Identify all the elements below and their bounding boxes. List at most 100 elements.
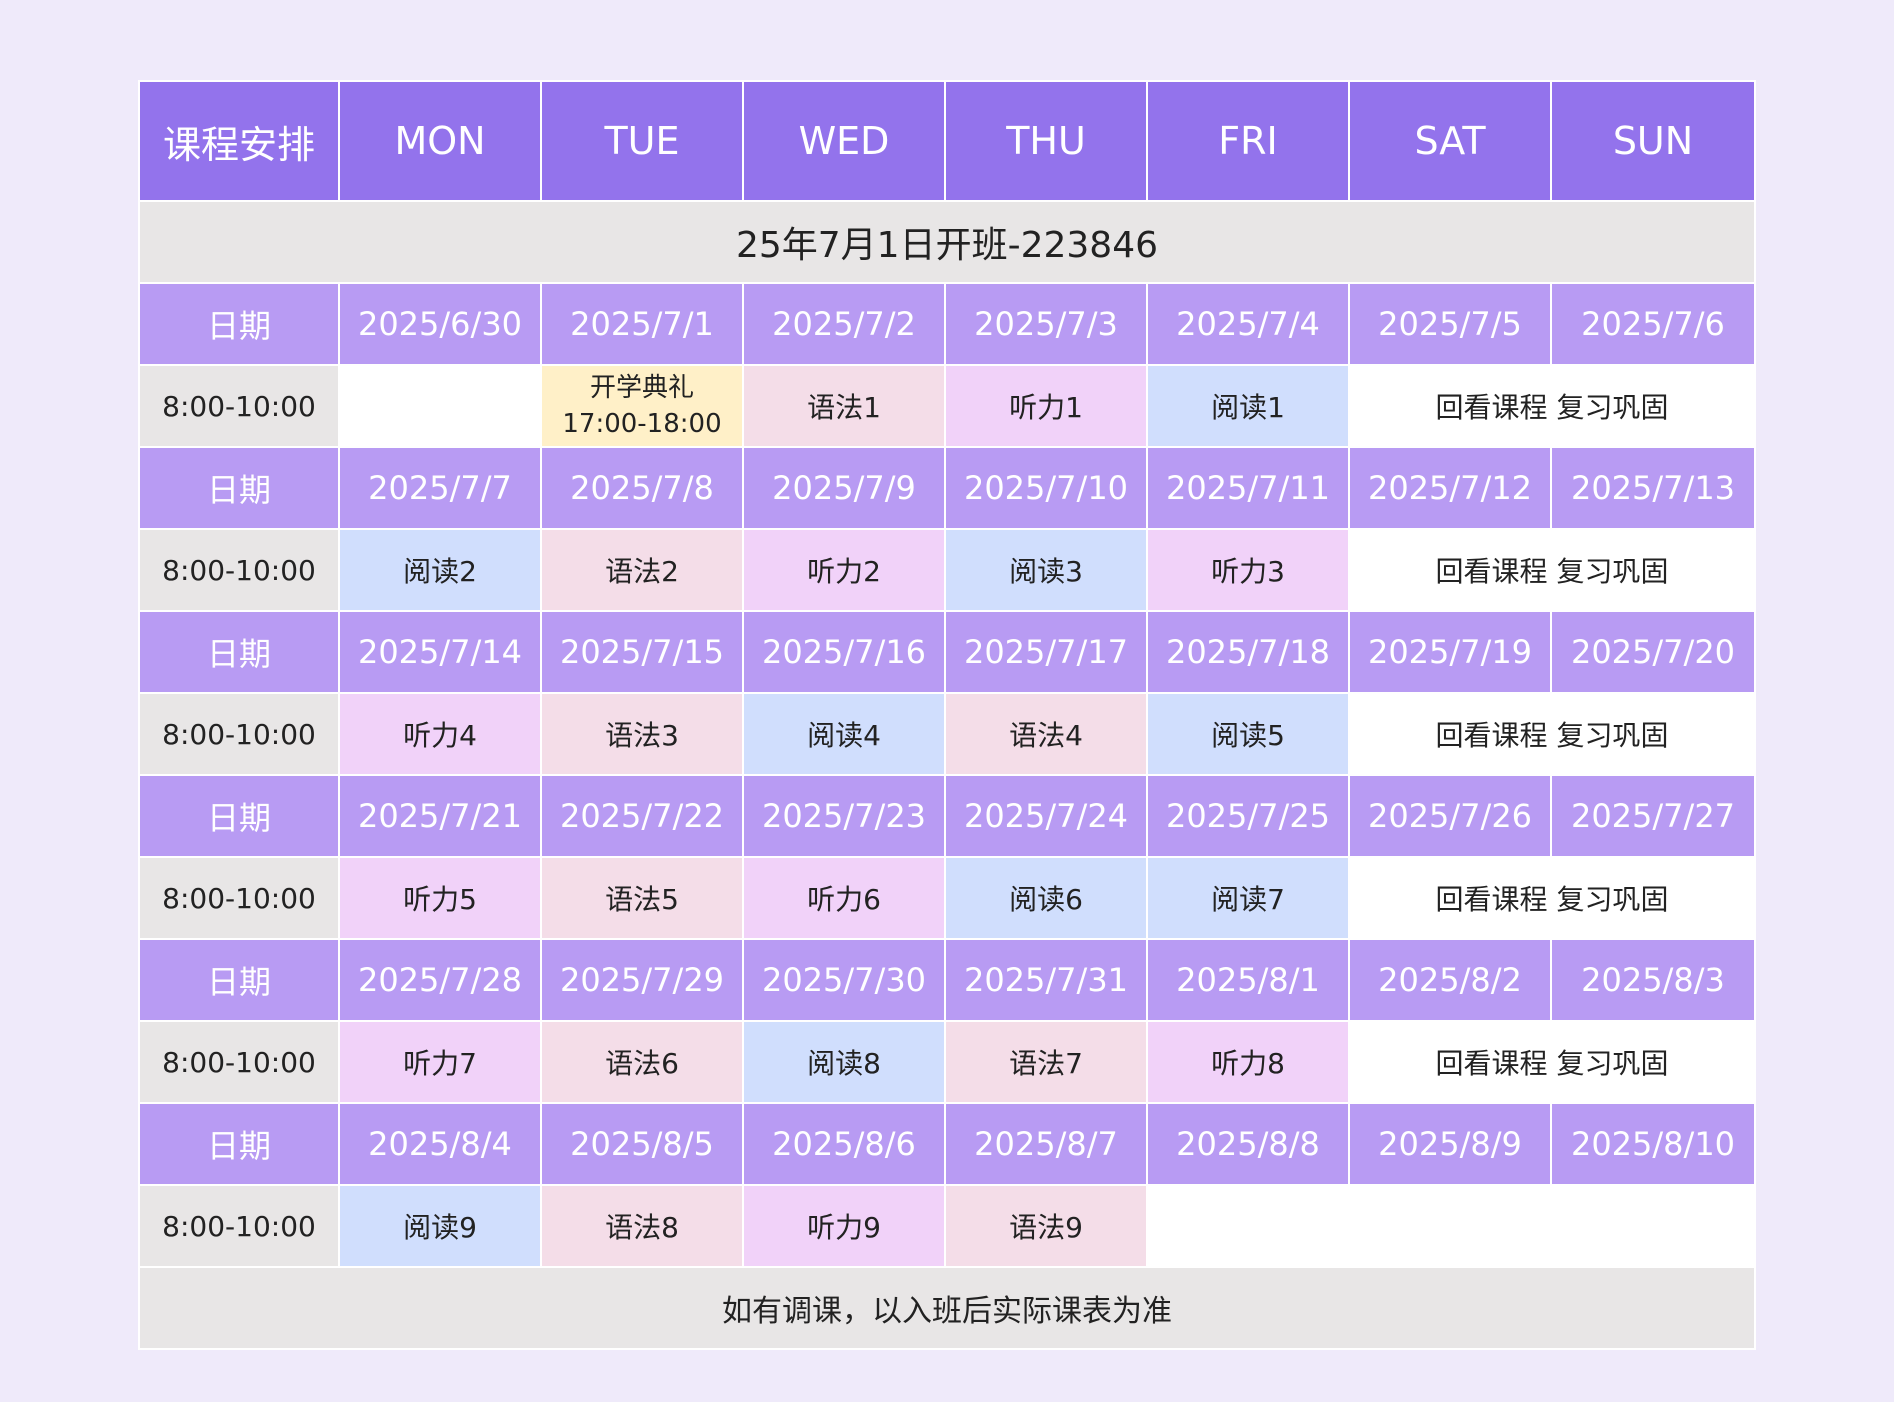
date-cell: 2025/8/7	[944, 1102, 1148, 1186]
date-cell: 2025/8/2	[1348, 938, 1552, 1022]
date-cell: 2025/6/30	[338, 282, 542, 366]
date-cell: 2025/7/18	[1146, 610, 1350, 694]
time-slot-label: 8:00-10:00	[138, 692, 340, 776]
date-cell: 2025/7/17	[944, 610, 1148, 694]
class-title-row: 25年7月1日开班-223846	[138, 200, 1756, 284]
date-cell: 2025/7/20	[1550, 610, 1756, 694]
date-cell: 2025/7/19	[1348, 610, 1552, 694]
session-cell-reading: 阅读3	[944, 528, 1148, 612]
course-schedule-table: 课程安排 MON TUE WED THU FRI SAT SUN 25年7月1日…	[138, 80, 1756, 1350]
class-title: 25年7月1日开班-223846	[138, 200, 1756, 284]
session-cell-listening: 听力1	[944, 364, 1148, 448]
date-cell: 2025/7/28	[338, 938, 542, 1022]
date-cell: 2025/7/30	[742, 938, 946, 1022]
day-header-sun: SUN	[1550, 80, 1756, 202]
date-cell: 2025/7/21	[338, 774, 542, 858]
weekend-review-cell: 回看课程 复习巩固	[1348, 528, 1756, 612]
date-cell: 2025/7/5	[1348, 282, 1552, 366]
session-cell-listening: 听力9	[742, 1184, 946, 1268]
date-cell: 2025/7/31	[944, 938, 1148, 1022]
date-row-label: 日期	[138, 1102, 340, 1186]
session-cell-grammar: 语法6	[540, 1020, 744, 1104]
date-row-label: 日期	[138, 610, 340, 694]
date-row-label: 日期	[138, 282, 340, 366]
session-row: 8:00-10:00 阅读9 语法8 听力9 语法9	[138, 1184, 1756, 1268]
session-cell-reading: 阅读8	[742, 1020, 946, 1104]
date-cell: 2025/7/7	[338, 446, 542, 530]
date-cell: 2025/8/3	[1550, 938, 1756, 1022]
session-cell-grammar: 语法5	[540, 856, 744, 940]
session-cell-listening: 听力7	[338, 1020, 542, 1104]
date-cell: 2025/7/13	[1550, 446, 1756, 530]
day-header-thu: THU	[944, 80, 1148, 202]
time-slot-label: 8:00-10:00	[138, 528, 340, 612]
session-cell-listening: 听力6	[742, 856, 946, 940]
date-row: 日期 2025/7/14 2025/7/15 2025/7/16 2025/7/17 20…	[138, 610, 1756, 694]
time-slot-label: 8:00-10:00	[138, 1020, 340, 1104]
session-cell-ceremony: 开学典礼 17:00-18:00	[540, 364, 744, 448]
date-cell: 2025/8/8	[1146, 1102, 1350, 1186]
time-slot-label: 8:00-10:00	[138, 364, 340, 448]
time-slot-label: 8:00-10:00	[138, 856, 340, 940]
date-row: 日期 2025/7/21 2025/7/22 2025/7/23 2025/7/24 20…	[138, 774, 1756, 858]
day-header-fri: FRI	[1146, 80, 1350, 202]
date-cell: 2025/8/6	[742, 1102, 946, 1186]
date-cell: 2025/7/6	[1550, 282, 1756, 366]
weekend-review-cell: 回看课程 复习巩固	[1348, 364, 1756, 448]
session-cell-listening: 听力8	[1146, 1020, 1350, 1104]
date-cell: 2025/7/2	[742, 282, 946, 366]
date-cell: 2025/7/29	[540, 938, 744, 1022]
time-slot-label: 8:00-10:00	[138, 1184, 340, 1268]
session-row: 8:00-10:00 开学典礼 17:00-18:00 语法1 听力1 阅读1 回看课程 复…	[138, 364, 1756, 448]
day-header-wed: WED	[742, 80, 946, 202]
date-cell: 2025/8/1	[1146, 938, 1350, 1022]
date-cell: 2025/7/10	[944, 446, 1148, 530]
corner-label: 课程安排	[138, 80, 340, 202]
weekday-header-row: 课程安排 MON TUE WED THU FRI SAT SUN	[138, 80, 1756, 202]
date-cell: 2025/7/16	[742, 610, 946, 694]
day-header-mon: MON	[338, 80, 542, 202]
date-cell: 2025/7/14	[338, 610, 542, 694]
session-cell-grammar: 语法1	[742, 364, 946, 448]
date-cell: 2025/7/24	[944, 774, 1148, 858]
date-cell: 2025/7/4	[1146, 282, 1350, 366]
session-cell-reading: 阅读4	[742, 692, 946, 776]
date-cell: 2025/7/11	[1146, 446, 1350, 530]
session-cell-grammar: 语法7	[944, 1020, 1148, 1104]
session-cell-grammar: 语法3	[540, 692, 744, 776]
session-row: 8:00-10:00 听力4 语法3 阅读4 语法4 阅读5 回看课程 复习巩固	[138, 692, 1756, 776]
session-cell-reading: 阅读6	[944, 856, 1148, 940]
weekend-review-cell: 回看课程 复习巩固	[1348, 1020, 1756, 1104]
date-cell: 2025/7/8	[540, 446, 744, 530]
session-cell-reading: 阅读1	[1146, 364, 1350, 448]
date-row: 日期 2025/8/4 2025/8/5 2025/8/6 2025/8/7 2025/8…	[138, 1102, 1756, 1186]
date-row-label: 日期	[138, 774, 340, 858]
session-cell-grammar: 语法2	[540, 528, 744, 612]
schedule-body: 课程安排 MON TUE WED THU FRI SAT SUN 25年7月1日…	[138, 80, 1756, 1350]
date-row: 日期 2025/7/28 2025/7/29 2025/7/30 2025/7/31 20…	[138, 938, 1756, 1022]
weekend-review-cell: 回看课程 复习巩固	[1348, 856, 1756, 940]
date-cell: 2025/7/25	[1146, 774, 1350, 858]
weekend-review-cell: 回看课程 复习巩固	[1348, 692, 1756, 776]
session-row: 8:00-10:00 阅读2 语法2 听力2 阅读3 听力3 回看课程 复习巩固	[138, 528, 1756, 612]
session-cell-reading: 阅读9	[338, 1184, 542, 1268]
date-cell: 2025/7/1	[540, 282, 744, 366]
session-cell-grammar: 语法4	[944, 692, 1148, 776]
day-header-sat: SAT	[1348, 80, 1552, 202]
session-cell-listening: 听力3	[1146, 528, 1350, 612]
session-row: 8:00-10:00 听力5 语法5 听力6 阅读6 阅读7 回看课程 复习巩固	[138, 856, 1756, 940]
empty-session-cell	[338, 364, 542, 448]
date-cell: 2025/8/5	[540, 1102, 744, 1186]
session-cell-reading: 阅读5	[1146, 692, 1350, 776]
session-row: 8:00-10:00 听力7 语法6 阅读8 语法7 听力8 回看课程 复习巩固	[138, 1020, 1756, 1104]
footer-row: 如有调课，以入班后实际课表为准	[138, 1266, 1756, 1350]
date-cell: 2025/7/3	[944, 282, 1148, 366]
session-cell-reading: 阅读2	[338, 528, 542, 612]
session-cell-grammar: 语法8	[540, 1184, 744, 1268]
session-cell-reading: 阅读7	[1146, 856, 1350, 940]
date-row: 日期 2025/7/7 2025/7/8 2025/7/9 2025/7/10 2025/…	[138, 446, 1756, 530]
date-row-label: 日期	[138, 938, 340, 1022]
session-cell-listening: 听力5	[338, 856, 542, 940]
date-cell: 2025/8/9	[1348, 1102, 1552, 1186]
session-cell-grammar: 语法9	[944, 1184, 1148, 1268]
